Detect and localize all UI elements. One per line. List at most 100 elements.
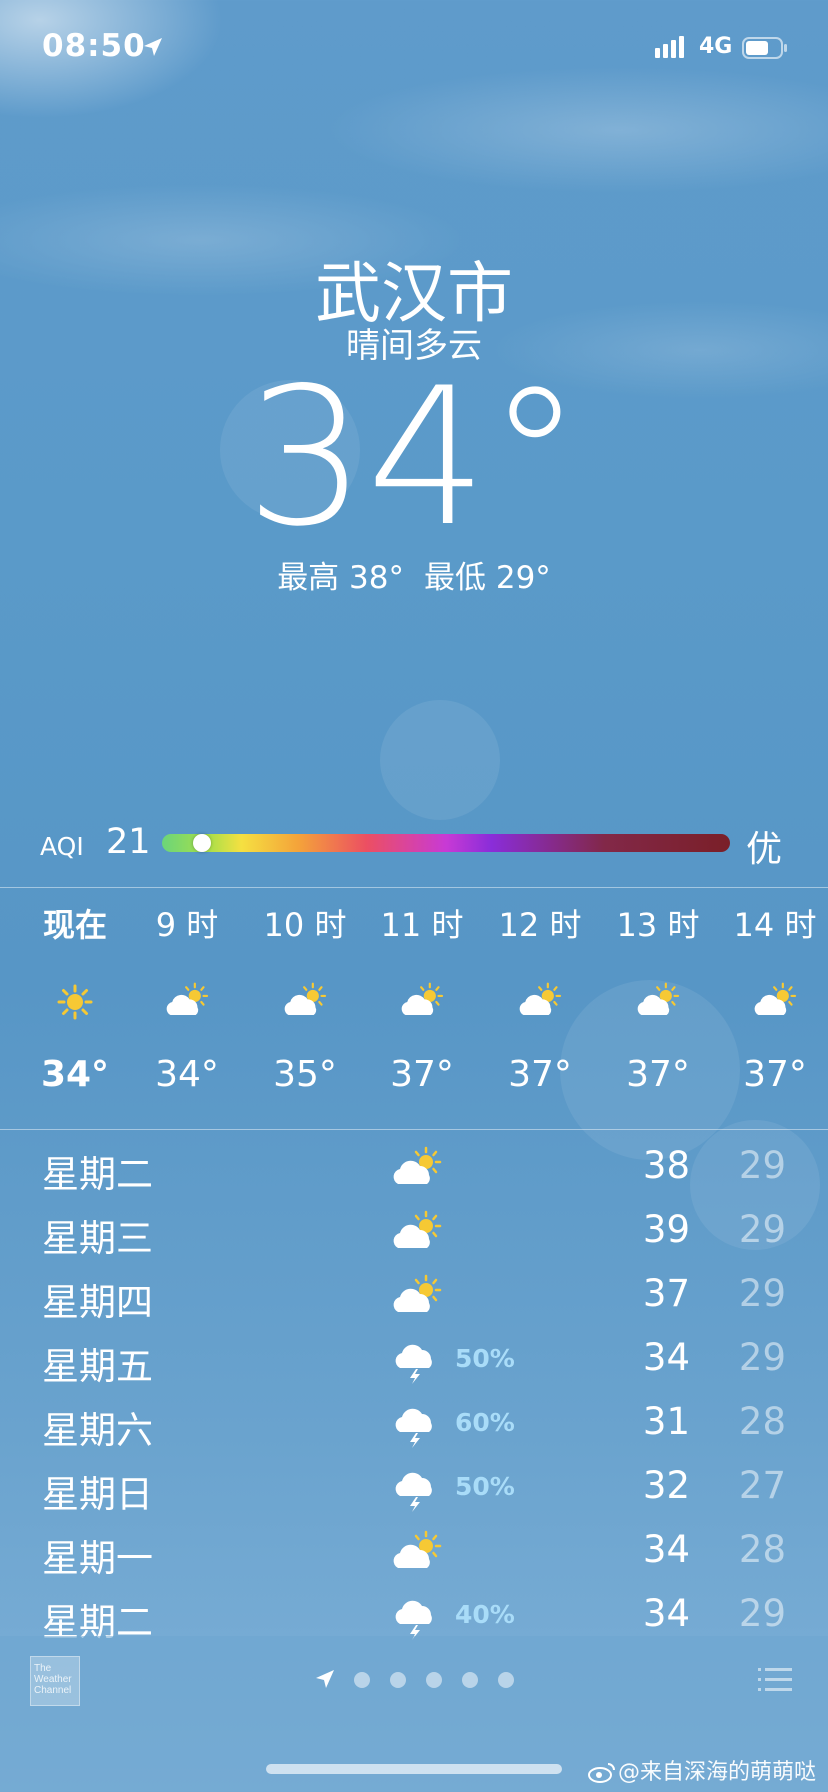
day-high: 34 [642, 1336, 690, 1379]
aqi-value: 21 [106, 822, 151, 862]
light-bokeh [380, 700, 500, 820]
hour-label: 11 时 [380, 906, 464, 944]
day-high: 31 [642, 1400, 690, 1443]
hourly-item: 12 时 37° [485, 900, 595, 1095]
hourly-item: 13 时 37° [603, 900, 713, 1095]
hour-temp: 34° [155, 1054, 219, 1095]
hourly-item: 14 时 37° [720, 900, 828, 1095]
location-arrow-icon [144, 38, 162, 56]
hour-temp: 34° [40, 1054, 110, 1095]
watermark: @来自深海的萌萌哒 [588, 1754, 816, 1786]
daily-row: 星期三 39 29 [0, 1202, 828, 1266]
hour-temp: 35° [273, 1054, 337, 1095]
thunderstorm-icon [395, 1600, 432, 1640]
daily-row: 星期五 50% 34 29 [0, 1330, 828, 1394]
partly-cloudy-icon [637, 982, 680, 1016]
day-low: 27 [738, 1464, 786, 1507]
logo-text: The Weather Channel [34, 1663, 72, 1696]
hour-label: 14 时 [733, 906, 817, 944]
partly-cloudy-icon [754, 982, 797, 1016]
daily-row: 星期一 34 28 [0, 1522, 828, 1586]
cellular-signal-icon [655, 36, 684, 58]
day-low: 29 [738, 1208, 786, 1251]
page-dot[interactable] [354, 1672, 370, 1688]
partly-cloudy-icon [393, 1210, 442, 1248]
day-high: 38 [642, 1144, 690, 1187]
city-list-icon[interactable] [758, 1666, 792, 1694]
hour-temp: 37° [390, 1054, 454, 1095]
daily-row: 星期二 38 29 [0, 1138, 828, 1202]
sun-icon [57, 984, 93, 1020]
day-low: 29 [738, 1336, 786, 1379]
partly-cloudy-icon [393, 1530, 442, 1568]
page-dot[interactable] [426, 1672, 442, 1688]
thunderstorm-icon [395, 1472, 432, 1512]
current-temperature: 34° [245, 347, 583, 568]
aqi-label: AQI [40, 832, 84, 861]
weather-channel-logo[interactable]: The Weather Channel [30, 1656, 80, 1706]
day-name: 星期二 [42, 1153, 153, 1196]
status-time: 08:50 [42, 28, 146, 64]
aqi-scale-bar [162, 834, 730, 852]
day-name: 星期三 [42, 1217, 153, 1260]
daily-row: 星期四 37 29 [0, 1266, 828, 1330]
day-high: 34 [642, 1592, 690, 1635]
partly-cloudy-icon [166, 982, 209, 1016]
weibo-icon [588, 1763, 615, 1783]
day-high: 39 [642, 1208, 690, 1251]
hour-temp: 37° [626, 1054, 690, 1095]
day-low: 29 [738, 1272, 786, 1315]
hour-temp: 37° [743, 1054, 807, 1095]
day-high: 37 [642, 1272, 690, 1315]
daily-row: 星期日 50% 32 27 [0, 1458, 828, 1522]
day-name: 星期一 [42, 1537, 153, 1580]
high-low: 最高 38° 最低 29° [0, 552, 828, 597]
day-low: 28 [738, 1400, 786, 1443]
precip-chance: 50% [455, 1472, 515, 1501]
partly-cloudy-icon [393, 1146, 442, 1184]
hour-label: 12 时 [498, 906, 582, 944]
day-high: 34 [642, 1528, 690, 1571]
home-indicator[interactable] [266, 1764, 562, 1774]
thunderstorm-icon [395, 1408, 432, 1448]
daily-row: 星期六 60% 31 28 [0, 1394, 828, 1458]
hourly-item: 现在 34° [20, 900, 130, 1095]
divider [0, 887, 828, 888]
page-dot[interactable] [498, 1672, 514, 1688]
precip-chance: 40% [455, 1600, 515, 1629]
day-low: 29 [738, 1144, 786, 1187]
hour-label: 9 时 [155, 906, 219, 944]
hour-label: 10 时 [263, 906, 347, 944]
day-high: 32 [642, 1464, 690, 1507]
high-temp: 最高 38° [277, 560, 404, 596]
day-name: 星期日 [42, 1473, 153, 1516]
aqi-indicator-dot [192, 834, 211, 852]
watermark-text: @来自深海的萌萌哒 [618, 1760, 817, 1785]
divider [0, 1129, 828, 1130]
network-type: 4G [699, 34, 733, 59]
page-dot[interactable] [462, 1672, 478, 1688]
hourly-item: 9 时 34° [132, 900, 242, 1095]
hour-temp: 37° [508, 1054, 572, 1095]
aqi-level: 优 [746, 829, 783, 870]
low-temp: 最低 29° [424, 560, 551, 596]
hourly-item: 11 时 37° [367, 900, 477, 1095]
day-low: 29 [738, 1592, 786, 1635]
partly-cloudy-icon [393, 1274, 442, 1312]
day-name: 星期六 [42, 1409, 153, 1452]
hour-label: 现在 [42, 906, 107, 944]
precip-chance: 60% [455, 1408, 515, 1437]
day-name: 星期五 [42, 1345, 153, 1388]
hour-label: 13 时 [616, 906, 700, 944]
day-low: 28 [738, 1528, 786, 1571]
partly-cloudy-icon [401, 982, 444, 1016]
current-location-page-icon[interactable] [314, 1668, 336, 1690]
precip-chance: 50% [455, 1344, 515, 1373]
thunderstorm-icon [395, 1344, 432, 1384]
battery-icon [742, 37, 787, 59]
page-dot[interactable] [390, 1672, 406, 1688]
partly-cloudy-icon [519, 982, 562, 1016]
day-name: 星期四 [42, 1281, 153, 1324]
hourly-item: 10 时 35° [250, 900, 360, 1095]
partly-cloudy-icon [284, 982, 327, 1016]
